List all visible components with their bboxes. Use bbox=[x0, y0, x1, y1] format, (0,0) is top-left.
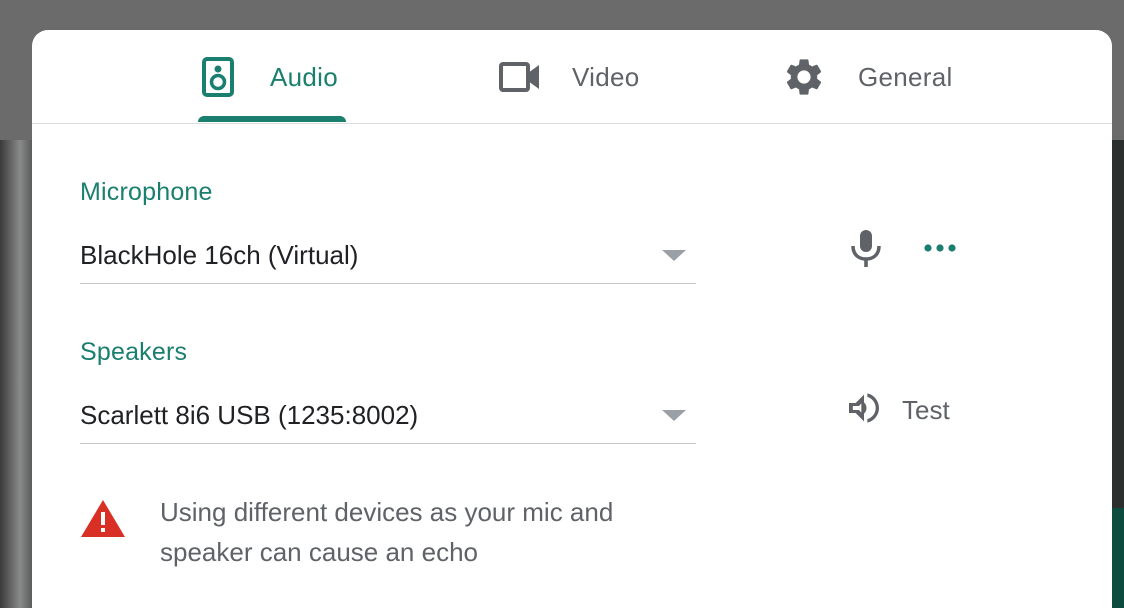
mic-test-button[interactable] bbox=[842, 226, 890, 274]
more-options-button[interactable] bbox=[916, 226, 964, 274]
active-tab-indicator bbox=[198, 116, 346, 122]
warning-text: Using different devices as your mic and … bbox=[160, 497, 614, 567]
microphone-heading: Microphone bbox=[80, 178, 213, 206]
more-horiz-icon bbox=[922, 241, 958, 259]
tab-general-label: General bbox=[858, 61, 953, 92]
speakers-heading: Speakers bbox=[80, 338, 188, 366]
mic-icon bbox=[849, 228, 883, 273]
warning-icon bbox=[80, 498, 128, 572]
speaker-test-button[interactable]: Test bbox=[844, 386, 950, 434]
dropdown-arrow-icon bbox=[662, 250, 686, 261]
speaker-test-label: Test bbox=[902, 394, 950, 425]
tab-video[interactable]: Video bbox=[498, 30, 640, 124]
tab-video-label: Video bbox=[572, 61, 640, 92]
volume-icon bbox=[844, 388, 884, 433]
speakers-select[interactable]: Scarlett 8i6 USB (1235:8002) bbox=[80, 388, 696, 444]
settings-dialog: Audio Video General Microphone BlackHole… bbox=[32, 30, 1112, 608]
tab-general[interactable]: General bbox=[782, 30, 953, 124]
microphone-selected-value: BlackHole 16ch (Virtual) bbox=[80, 240, 359, 270]
microphone-select[interactable]: BlackHole 16ch (Virtual) bbox=[80, 228, 696, 284]
speakers-selected-value: Scarlett 8i6 USB (1235:8002) bbox=[80, 400, 419, 430]
tab-audio[interactable]: Audio bbox=[198, 30, 338, 124]
gear-icon bbox=[782, 55, 826, 99]
tab-bar: Audio Video General bbox=[32, 30, 1112, 124]
dropdown-arrow-icon bbox=[662, 410, 686, 421]
tab-audio-label: Audio bbox=[270, 61, 338, 92]
videocam-icon bbox=[498, 59, 542, 95]
echo-warning: Using different devices as your mic and … bbox=[80, 494, 680, 572]
speaker-icon bbox=[198, 57, 238, 97]
